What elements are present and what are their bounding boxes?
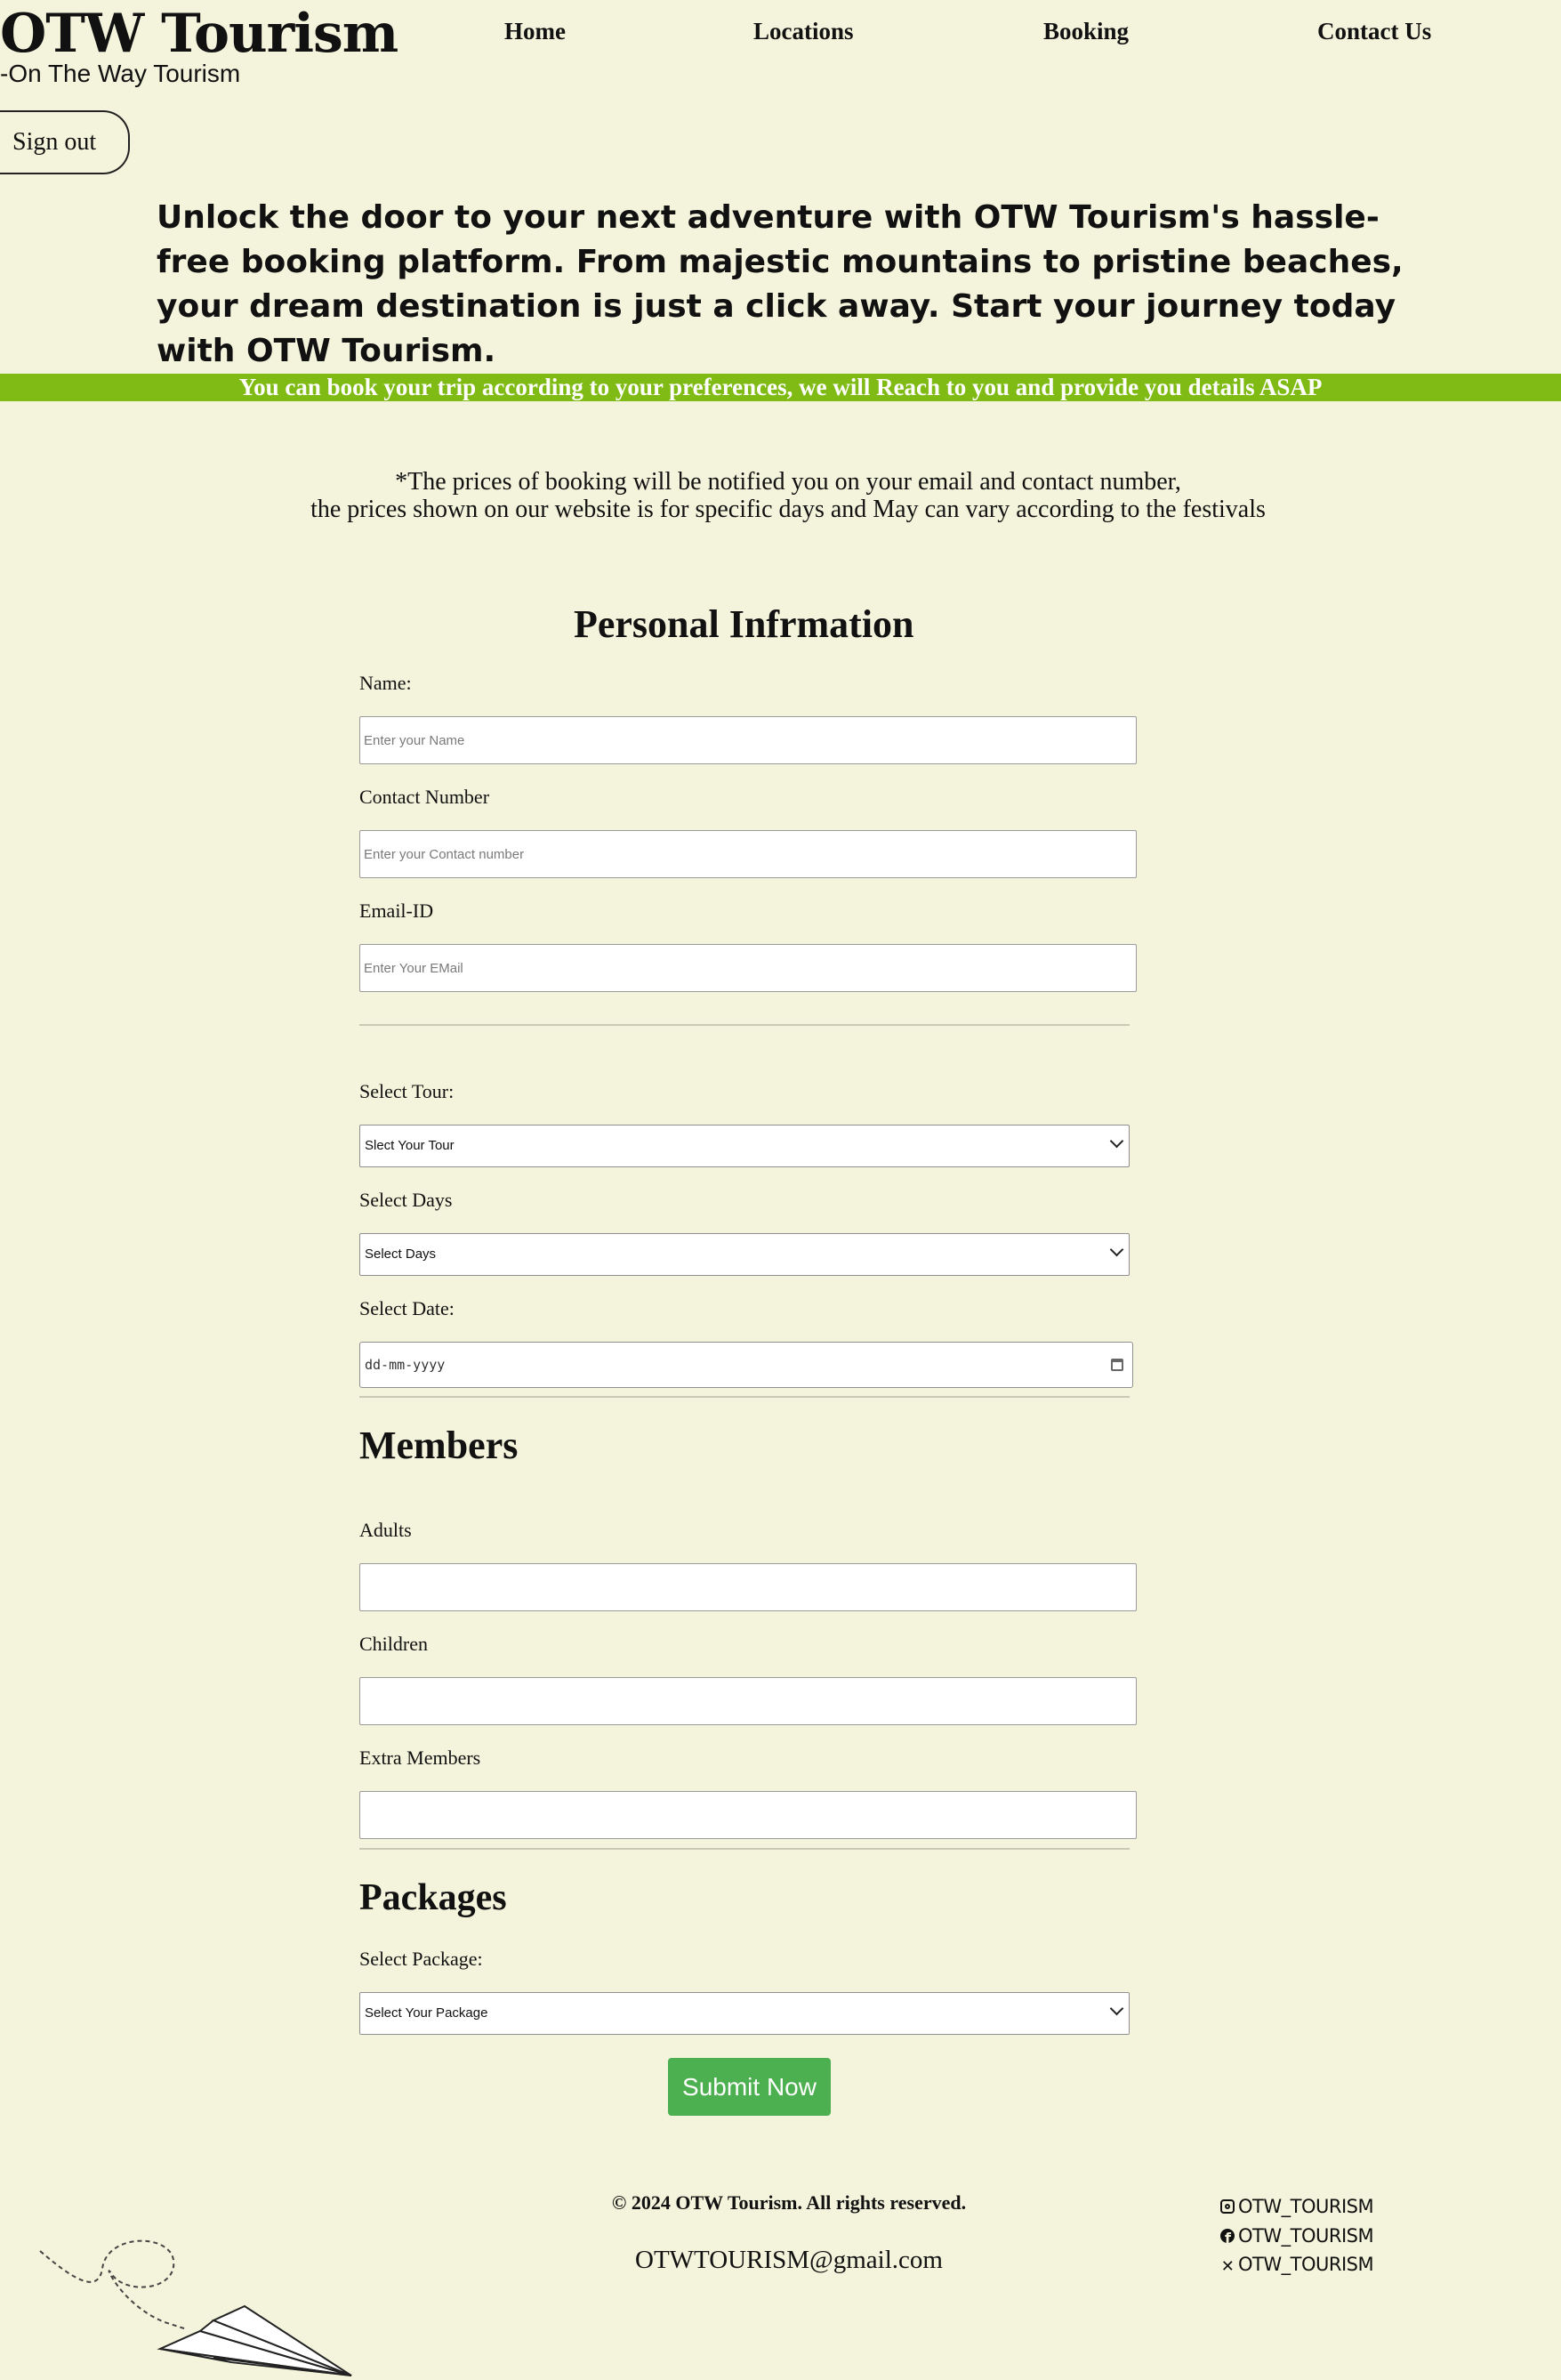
package-select[interactable]: Select Your Package [359, 1992, 1130, 2035]
tour-select-value: Slect Your Tour [365, 1138, 455, 1153]
date-input[interactable]: dd-mm-yyyy [359, 1342, 1133, 1388]
price-notice-line-2: the prices shown on our website is for s… [310, 496, 1266, 523]
packages-title: Packages [359, 1877, 507, 1918]
nav-contact-link[interactable]: Contact Us [1317, 16, 1431, 46]
nav-booking-link[interactable]: Booking [1043, 16, 1129, 46]
email-input[interactable] [359, 944, 1137, 992]
extra-members-label: Extra Members [359, 1747, 481, 1769]
package-select-value: Select Your Package [365, 2005, 488, 2021]
chevron-down-icon [1109, 2001, 1124, 2016]
x-twitter-icon: ✕ [1220, 2257, 1235, 2276]
instagram-link[interactable]: OTW_TOURISM [1220, 2195, 1374, 2218]
section-divider [359, 1848, 1130, 1850]
nav-locations-link[interactable]: Locations [753, 16, 854, 46]
site-tagline: -On The Way Tourism [0, 60, 241, 87]
submit-button[interactable]: Submit Now [668, 2058, 831, 2116]
site-logo: OTW Tourism [0, 3, 398, 65]
days-select-value: Select Days [365, 1246, 437, 1262]
contact-number-label: Contact Number [359, 786, 490, 808]
paper-plane-illustration [39, 2239, 352, 2376]
name-input[interactable] [359, 716, 1137, 764]
facebook-link[interactable]: OTW_TOURISM [1220, 2224, 1374, 2250]
twitter-handle: OTW_TOURISM [1238, 2254, 1374, 2275]
twitter-link[interactable]: ✕ OTW_TOURISM [1220, 2253, 1374, 2276]
tour-select[interactable]: Slect Your Tour [359, 1125, 1130, 1167]
hero-text: Unlock the door to your next adventure w… [157, 199, 1404, 369]
section-divider [359, 1024, 1130, 1026]
facebook-handle: OTW_TOURISM [1238, 2225, 1374, 2247]
adults-label: Adults [359, 1519, 412, 1541]
children-label: Children [359, 1633, 428, 1655]
sign-out-button[interactable]: Sign out [0, 110, 130, 174]
days-select[interactable]: Select Days [359, 1233, 1130, 1276]
chevron-down-icon [1109, 1242, 1124, 1257]
contact-number-input[interactable] [359, 830, 1137, 878]
email-label: Email-ID [359, 900, 434, 922]
extra-members-input[interactable] [359, 1791, 1137, 1839]
select-package-label: Select Package: [359, 1948, 483, 1970]
chevron-down-icon [1109, 1134, 1124, 1149]
instagram-handle: OTW_TOURISM [1238, 2196, 1374, 2217]
select-days-label: Select Days [359, 1189, 453, 1211]
members-title: Members [359, 1424, 519, 1467]
select-date-label: Select Date: [359, 1297, 455, 1319]
select-tour-label: Select Tour: [359, 1080, 455, 1102]
personal-info-title: Personal Infrmation [574, 602, 914, 646]
facebook-icon [1220, 2227, 1235, 2250]
nav-home-link[interactable]: Home [504, 16, 566, 46]
instagram-icon [1220, 2199, 1235, 2214]
date-placeholder: dd-mm-yyyy [365, 1357, 446, 1373]
calendar-icon[interactable] [1111, 1359, 1123, 1371]
info-banner: You can book your trip according to your… [0, 374, 1561, 401]
price-notice-line-1: *The prices of booking will be notified … [395, 468, 1181, 496]
children-input[interactable] [359, 1677, 1137, 1725]
price-notice: *The prices of booking will be notified … [0, 468, 1561, 523]
section-divider [359, 1396, 1130, 1398]
name-label: Name: [359, 672, 412, 694]
adults-input[interactable] [359, 1563, 1137, 1611]
